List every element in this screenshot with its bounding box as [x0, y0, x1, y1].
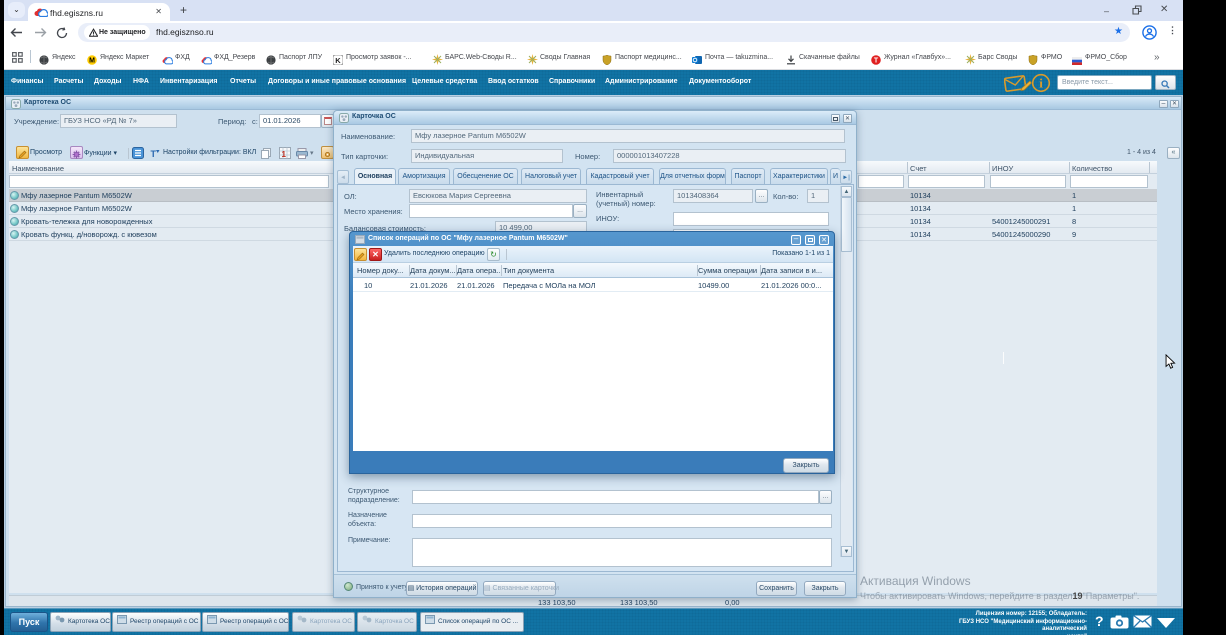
svg-text:K: K — [335, 56, 341, 65]
svg-text:M: M — [89, 58, 95, 65]
svg-text:T: T — [874, 58, 879, 65]
svg-text:1: 1 — [282, 150, 287, 159]
svg-text:i: i — [1039, 76, 1043, 91]
svg-text:T: T — [151, 149, 157, 159]
